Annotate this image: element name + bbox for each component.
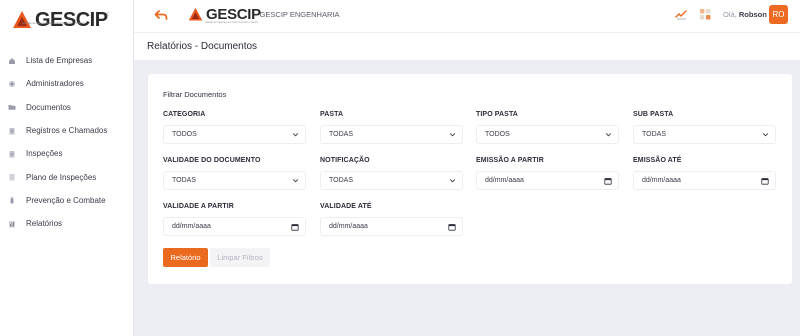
calendar-icon[interactable] — [291, 223, 299, 231]
validade-documento-field: VALIDADE DO DOCUMENTO TODAS — [163, 157, 306, 190]
notificacao-label: NOTIFICAÇÃO — [320, 157, 370, 164]
categoria-field: CATEGORIA TODOS — [163, 111, 306, 144]
brand-subtitle: Gestão de Segurança Contra Incêndio e Pâ… — [205, 21, 259, 24]
chevron-down-icon — [292, 179, 299, 183]
sidebar-nav: Lista de Empresas Administradores Docume… — [0, 49, 134, 235]
sub-pasta-label: SUB PASTA — [633, 111, 674, 118]
sidebar-item-lista-de-empresas[interactable]: Lista de Empresas — [0, 49, 134, 72]
building-icon — [8, 57, 16, 65]
categoria-select[interactable]: TODOS — [163, 125, 306, 144]
sidebar-item-label: Plano de Inspeções — [26, 172, 97, 182]
sidebar-item-label: Lista de Empresas — [26, 56, 93, 66]
sidebar-item-prevencao-e-combate[interactable]: Prevenção e Combate — [0, 189, 134, 212]
avatar[interactable]: RO — [769, 5, 788, 24]
validade-ate-label: VALIDADE ATÉ — [320, 203, 372, 210]
chevron-down-icon — [762, 133, 769, 137]
sidebar: GESCIP Gestão de Segurança Contra Incênd… — [0, 0, 134, 336]
pasta-label: PASTA — [320, 111, 344, 118]
tipo-pasta-select[interactable]: TODOS — [476, 125, 619, 144]
validade-documento-select[interactable]: TODAS — [163, 171, 306, 190]
folder-icon — [8, 103, 16, 111]
validade-partir-date-input[interactable]: dd/mm/aaaa — [163, 217, 306, 236]
sidebar-item-registros-e-chamados[interactable]: Registros e Chamados — [0, 119, 134, 142]
validade-ate-field: VALIDADE ATÉ dd/mm/aaaa — [320, 203, 463, 236]
filter-card: Filtrar Documentos CATEGORIA TODOS PASTA… — [148, 74, 792, 284]
sidebar-item-inspecoes[interactable]: Inspeções — [0, 142, 134, 165]
notificacao-value: TODAS — [329, 177, 353, 184]
sub-pasta-field: SUB PASTA TODAS — [633, 111, 776, 144]
page-title: Relatórios - Documentos — [147, 41, 258, 52]
limpar-filtros-button[interactable]: Limpar Filtros — [210, 248, 270, 267]
logo-subtitle: Gestão de Segurança Contra Incêndio e Pâ… — [22, 21, 86, 25]
emissao-partir-date-input[interactable]: dd/mm/aaaa — [476, 171, 619, 190]
report-icon — [8, 220, 16, 228]
sidebar-item-documentos[interactable]: Documentos — [0, 96, 134, 119]
chevron-down-icon — [292, 133, 299, 137]
gescip-flame-logo-icon — [188, 7, 203, 21]
sidebar-item-label: Inspeções — [26, 149, 63, 159]
emissao-partir-field: EMISSÃO A PARTIR dd/mm/aaaa — [476, 157, 619, 190]
validade-partir-field: VALIDADE A PARTIR dd/mm/aaaa — [163, 203, 306, 236]
notificacao-field: NOTIFICAÇÃO TODAS — [320, 157, 463, 190]
emissao-ate-field: EMISSÃO ATÉ dd/mm/aaaa — [633, 157, 776, 190]
trend-chart-icon[interactable] — [675, 8, 688, 20]
extinguisher-icon — [8, 196, 16, 204]
emissao-partir-value: dd/mm/aaaa — [485, 177, 524, 184]
validade-ate-value: dd/mm/aaaa — [329, 223, 368, 230]
chevron-down-icon — [605, 133, 612, 137]
tipo-pasta-label: TIPO PASTA — [476, 111, 518, 118]
sub-pasta-value: TODAS — [642, 131, 666, 138]
pasta-value: TODAS — [329, 131, 353, 138]
categoria-label: CATEGORIA — [163, 111, 206, 118]
document-icon — [8, 173, 16, 181]
user-greeting: Olá, Robson — [723, 10, 767, 19]
emissao-ate-label: EMISSÃO ATÉ — [633, 157, 682, 164]
sidebar-item-plano-de-inspecoes[interactable]: Plano de Inspeções — [0, 165, 134, 188]
tipo-pasta-value: TODOS — [485, 131, 510, 138]
validade-ate-date-input[interactable]: dd/mm/aaaa — [320, 217, 463, 236]
validade-documento-value: TODAS — [172, 177, 196, 184]
greeting-prefix: Olá, — [723, 10, 737, 19]
apps-grid-icon[interactable] — [700, 9, 711, 20]
sidebar-item-relatorios[interactable]: Relatórios — [0, 212, 134, 235]
calendar-icon[interactable] — [448, 223, 456, 231]
validade-documento-label: VALIDADE DO DOCUMENTO — [163, 157, 261, 164]
emissao-ate-value: dd/mm/aaaa — [642, 177, 681, 184]
user-name: Robson — [738, 10, 767, 19]
relatorio-button[interactable]: Relatório — [163, 248, 208, 267]
logo[interactable]: GESCIP — [12, 10, 108, 30]
notificacao-select[interactable]: TODAS — [320, 171, 463, 190]
calendar-icon[interactable] — [604, 177, 612, 185]
user-shield-icon — [8, 80, 16, 88]
calendar-icon[interactable] — [761, 177, 769, 185]
sub-pasta-select[interactable]: TODAS — [633, 125, 776, 144]
sidebar-item-label: Administradores — [26, 79, 84, 89]
sidebar-item-label: Documentos — [26, 102, 71, 112]
pasta-field: PASTA TODAS — [320, 111, 463, 144]
validade-partir-value: dd/mm/aaaa — [172, 223, 211, 230]
company-name: - GESCIP ENGENHARIA — [255, 10, 340, 19]
pasta-select[interactable]: TODAS — [320, 125, 463, 144]
title-bar: Relatórios - Documentos — [134, 32, 800, 60]
header-brand: GESCIP Gestão de Segurança Contra Incênd… — [188, 6, 261, 24]
sidebar-item-label: Prevenção e Combate — [26, 195, 106, 205]
chevron-down-icon — [449, 179, 456, 183]
categoria-value: TODOS — [172, 131, 197, 138]
checklist-icon — [8, 150, 16, 158]
sidebar-item-administradores[interactable]: Administradores — [0, 72, 134, 95]
validade-partir-label: VALIDADE A PARTIR — [163, 203, 234, 210]
chevron-down-icon — [449, 133, 456, 137]
collapse-sidebar-icon[interactable]: ‹ — [106, 8, 110, 20]
filter-card-title: Filtrar Documentos — [163, 90, 227, 99]
sidebar-item-label: Registros e Chamados — [26, 126, 108, 136]
clipboard-icon — [8, 127, 16, 135]
logo-text: GESCIP — [35, 9, 108, 31]
tipo-pasta-field: TIPO PASTA TODOS — [476, 111, 619, 144]
sidebar-item-label: Relatórios — [26, 219, 63, 229]
gescip-flame-logo-icon — [13, 11, 31, 28]
top-bar: GESCIP Gestão de Segurança Contra Incênd… — [134, 0, 800, 32]
emissao-ate-date-input[interactable]: dd/mm/aaaa — [633, 171, 776, 190]
back-arrow-icon[interactable] — [154, 8, 168, 22]
emissao-partir-label: EMISSÃO A PARTIR — [476, 157, 544, 164]
